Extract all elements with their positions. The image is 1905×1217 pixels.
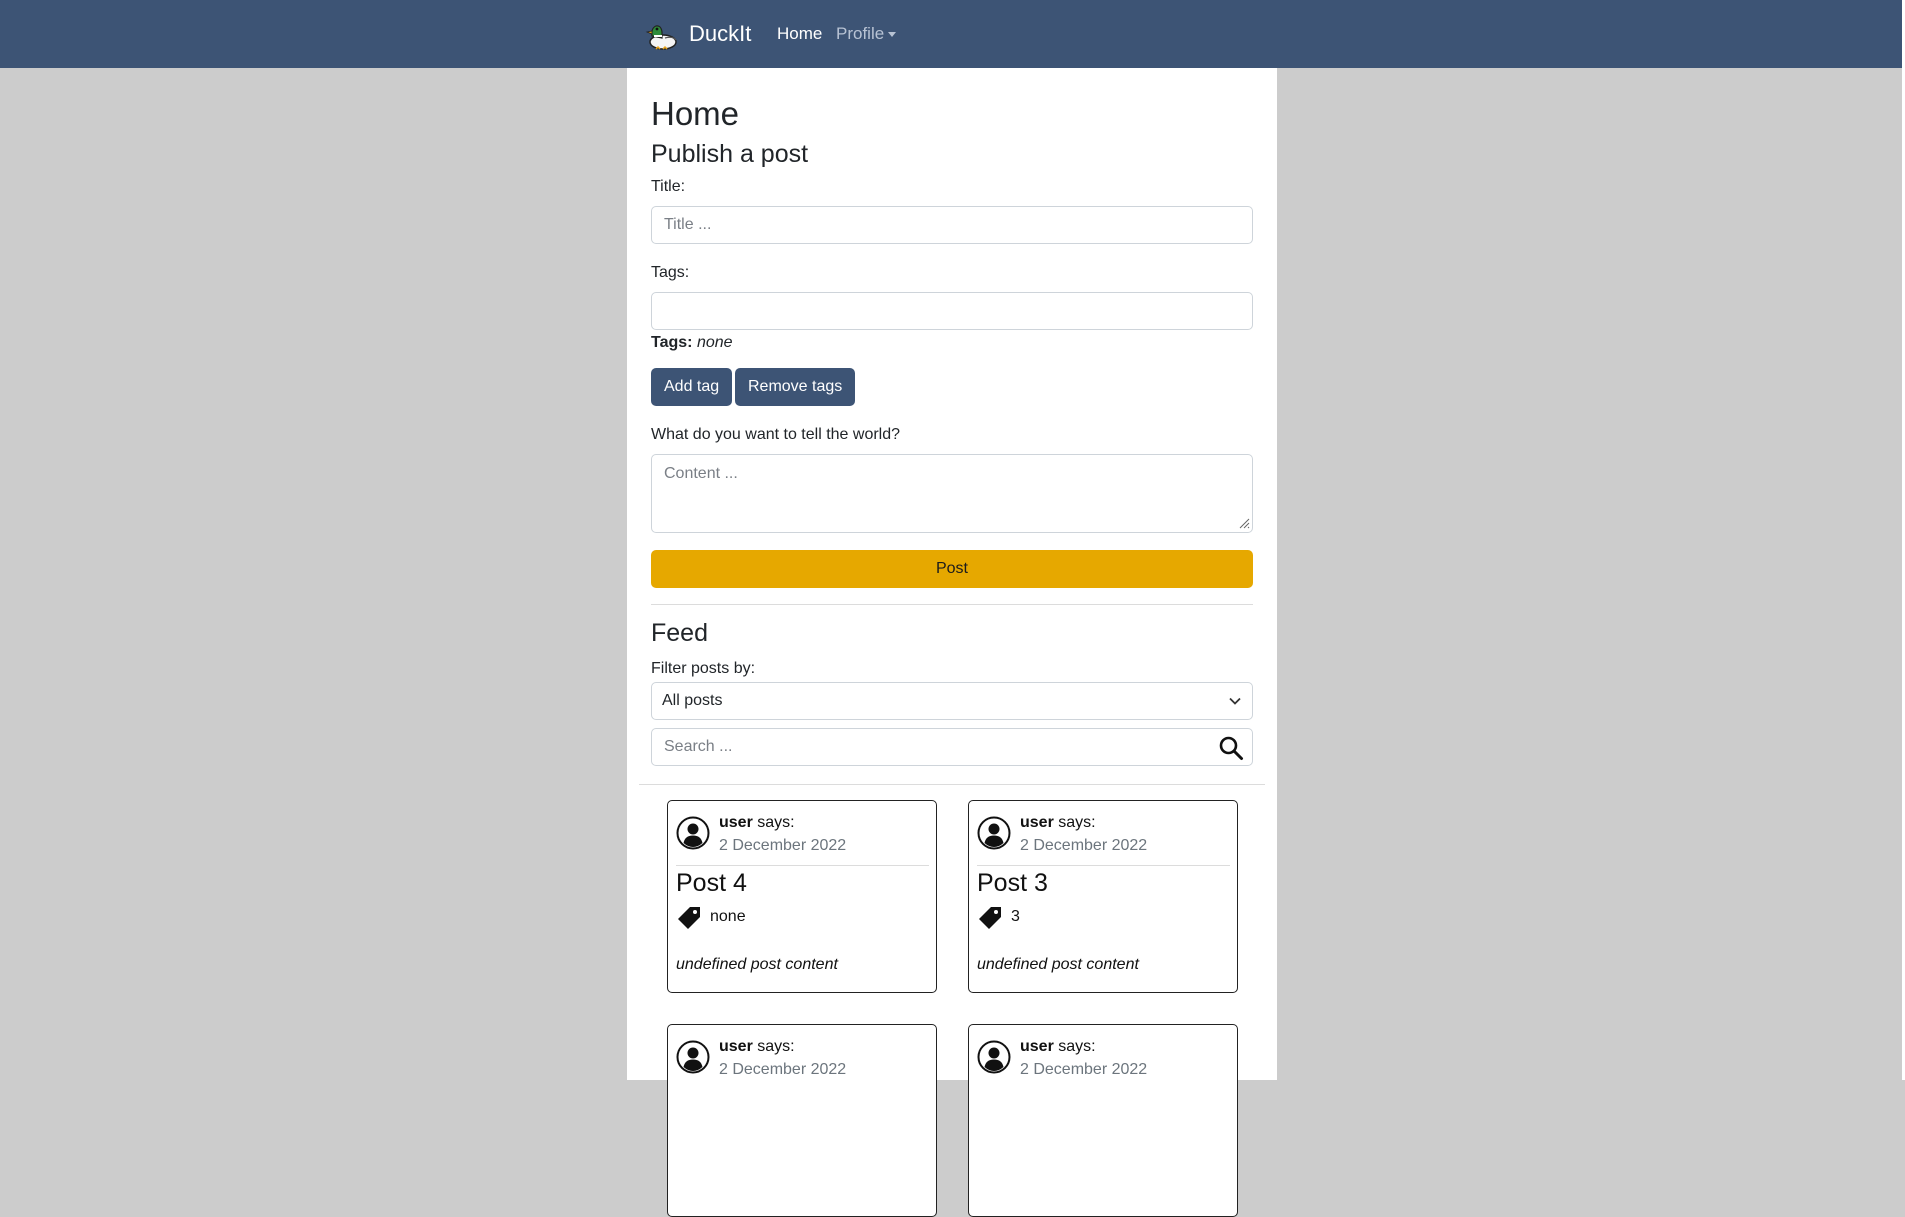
title-label: Title: (651, 178, 686, 195)
tags-label: Tags: (651, 264, 690, 281)
post-card[interactable]: user says: 2 December 2022 (968, 1024, 1238, 1217)
tags-summary: Tags: none (651, 334, 733, 352)
post-date: 2 December 2022 (719, 1061, 847, 1078)
post-title[interactable]: Post 3 (977, 869, 1048, 898)
tags-input[interactable] (651, 292, 1253, 330)
post-card[interactable]: user says: 2 December 2022 Post 3 3 unde… (968, 800, 1238, 993)
post-card[interactable]: user says: 2 December 2022 Post 4 none u… (667, 800, 937, 993)
filter-select[interactable]: All posts (651, 682, 1253, 720)
user-avatar-icon (977, 1040, 1011, 1074)
feed-heading: Feed (651, 619, 708, 647)
tags-summary-value: none (696, 334, 733, 351)
post-date: 2 December 2022 (1020, 837, 1148, 854)
tag-icon (678, 907, 700, 929)
remove-tags-button[interactable]: Remove tags (735, 368, 856, 406)
post-author-name[interactable]: user (719, 814, 753, 831)
title-input[interactable] (651, 206, 1253, 244)
post-content: undefined post content (676, 956, 838, 973)
post-tags: 3 (1011, 908, 1020, 925)
post-author-says: says: (1058, 814, 1096, 831)
post-title[interactable]: Post 4 (676, 869, 747, 898)
search-input[interactable] (652, 729, 1216, 765)
tag-icon (979, 907, 1001, 929)
post-author: user says: (719, 814, 795, 832)
content-textarea[interactable] (651, 454, 1253, 533)
post-author-name[interactable]: user (719, 1038, 753, 1055)
section-divider (651, 604, 1253, 605)
card-divider (676, 865, 929, 866)
search-box (651, 728, 1253, 766)
publish-heading: Publish a post (651, 140, 809, 168)
user-avatar-icon (977, 816, 1011, 850)
post-author-says: says: (757, 814, 795, 831)
post-author-name[interactable]: user (1020, 1038, 1054, 1055)
tags-summary-label: Tags: (651, 334, 693, 351)
caret-down-icon (888, 31, 897, 37)
main-panel: Home Publish a post Title: Tags: Tags: n… (627, 68, 1277, 1217)
resize-grip-icon[interactable] (1238, 517, 1250, 529)
feed-divider (639, 784, 1265, 785)
nav-profile-dropdown[interactable]: Profile (836, 24, 897, 44)
page-title: Home (651, 95, 740, 132)
filter-selected-value: All posts (662, 692, 723, 709)
duck-logo-icon (645, 25, 677, 50)
nav-home-link[interactable]: Home (777, 24, 822, 44)
post-date: 2 December 2022 (719, 837, 847, 854)
post-content: undefined post content (977, 956, 1139, 973)
search-icon[interactable] (1218, 735, 1244, 761)
filter-label: Filter posts by: (651, 660, 756, 677)
navbar: DuckIt Home Profile (0, 0, 1902, 68)
chevron-down-icon (1229, 697, 1241, 705)
post-card[interactable]: user says: 2 December 2022 (667, 1024, 937, 1217)
add-tag-button[interactable]: Add tag (651, 368, 733, 406)
post-tags: none (710, 908, 746, 925)
post-author-name[interactable]: user (1020, 814, 1054, 831)
brand-link[interactable]: DuckIt (643, 16, 751, 52)
user-avatar-icon (676, 1040, 710, 1074)
user-avatar-icon (676, 816, 710, 850)
post-author-says: says: (757, 1038, 795, 1055)
post-author: user says: (1020, 814, 1096, 832)
post-author-says: says: (1058, 1038, 1096, 1055)
post-author: user says: (1020, 1038, 1096, 1056)
content-label: What do you want to tell the world? (651, 426, 901, 443)
card-divider (977, 865, 1230, 866)
post-date: 2 December 2022 (1020, 1061, 1148, 1078)
nav-profile-label: Profile (836, 24, 885, 43)
post-button[interactable]: Post (651, 550, 1253, 588)
brand-name: DuckIt (689, 21, 752, 46)
post-author: user says: (719, 1038, 795, 1056)
